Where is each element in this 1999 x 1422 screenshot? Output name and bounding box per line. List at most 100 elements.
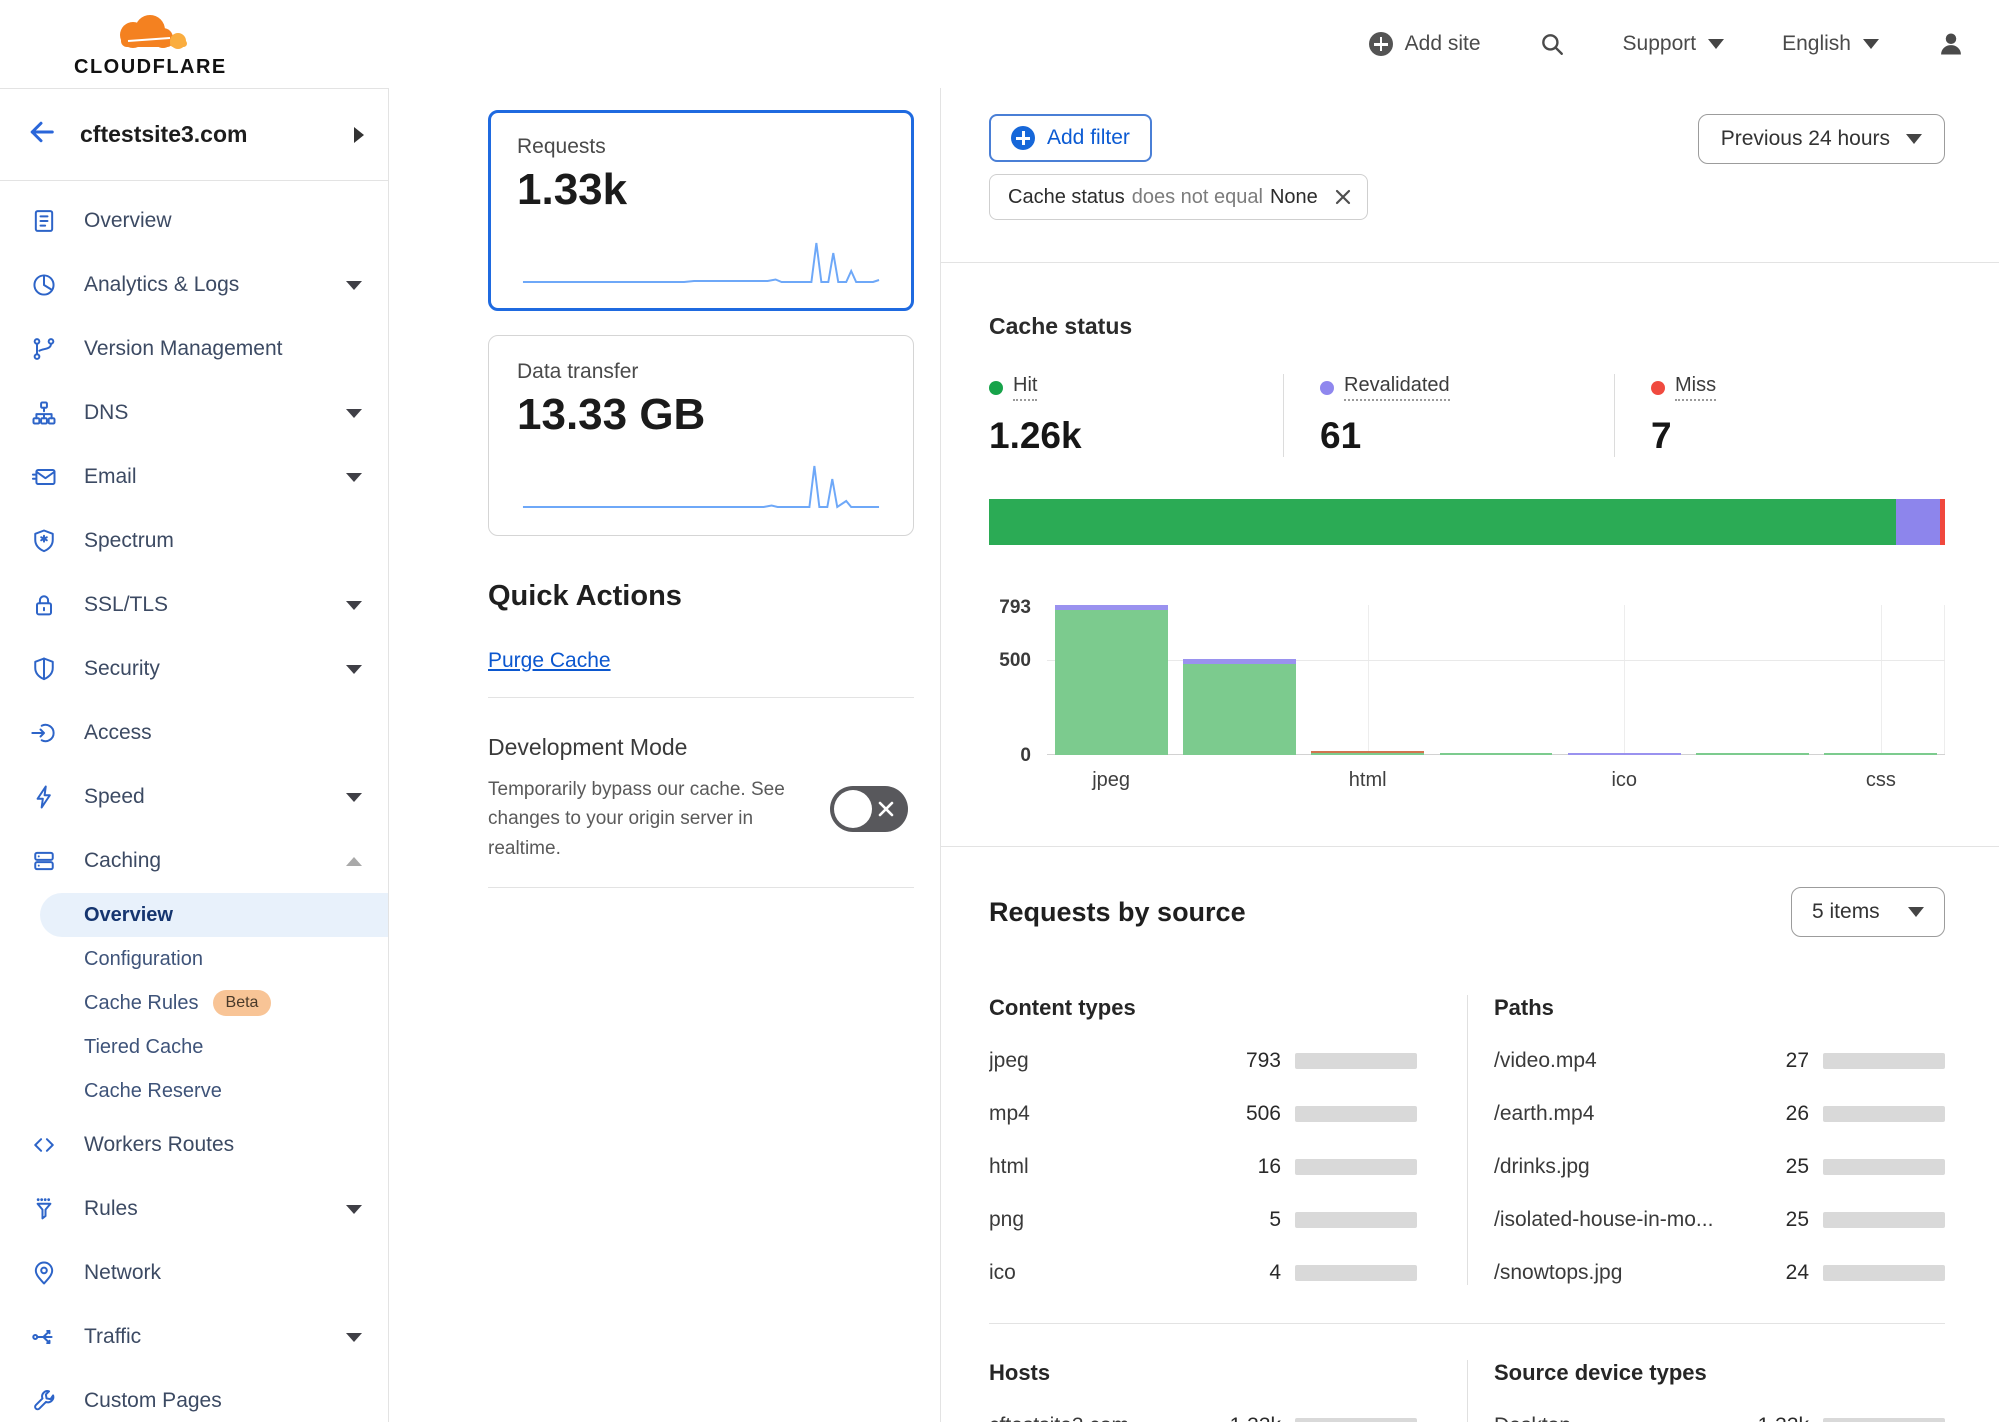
table-row[interactable]: /video.mp4 27 <box>1494 1049 1945 1073</box>
progress-bar <box>1823 1265 1945 1281</box>
cache-status-bar-chart: 793 500 0 <box>989 605 1945 755</box>
sidebar-item-speed[interactable]: Speed <box>0 765 388 829</box>
hosts-column: Hosts cftestsite3.com 1.33k <box>989 1360 1467 1422</box>
sidebar-subitem-cache-reserve[interactable]: Cache Reserve <box>0 1069 388 1113</box>
subitem-label: Cache Reserve <box>84 1080 222 1103</box>
location-pin-icon <box>30 1259 58 1287</box>
y-axis-labels: 793 500 0 <box>989 605 1033 755</box>
code-brackets-icon <box>30 1131 58 1159</box>
sidebar-item-network[interactable]: Network <box>0 1241 388 1305</box>
progress-bar <box>1295 1265 1417 1281</box>
metrics-column: Requests 1.33k Data transfer 13.33 GB Qu… <box>389 88 940 1422</box>
subitem-label: Overview <box>84 904 173 927</box>
progress-bar <box>1295 1106 1417 1122</box>
table-row[interactable]: png 5 <box>989 1208 1417 1232</box>
sidebar-item-access[interactable]: Access <box>0 701 388 765</box>
sidebar-item-workers-routes[interactable]: Workers Routes <box>0 1113 388 1177</box>
sidebar: cftestsite3.com Overview Analytics & Log… <box>0 88 389 1422</box>
table-row[interactable]: ico 4 <box>989 1261 1417 1285</box>
back-button[interactable] <box>26 117 56 152</box>
sidebar-item-spectrum[interactable]: Spectrum <box>0 509 388 573</box>
data-transfer-sparkline <box>517 456 885 514</box>
bar-other <box>1688 605 1816 755</box>
table-row[interactable]: jpeg 793 <box>989 1049 1417 1073</box>
table-row[interactable]: cftestsite3.com 1.33k <box>989 1414 1417 1422</box>
sidebar-item-rules[interactable]: Rules <box>0 1177 388 1241</box>
development-mode-toggle[interactable] <box>830 786 908 832</box>
support-menu[interactable]: Support <box>1623 32 1725 56</box>
sidebar-item-email[interactable]: Email <box>0 445 388 509</box>
requests-by-source-title: Requests by source <box>989 897 1246 928</box>
chart-plot-area <box>1047 605 1945 755</box>
search-icon <box>1539 31 1565 57</box>
add-filter-button[interactable]: Add filter <box>989 114 1152 162</box>
sidebar-item-security[interactable]: Security <box>0 637 388 701</box>
y-tick: 0 <box>1020 745 1031 767</box>
table-row[interactable]: /earth.mp4 26 <box>1494 1102 1945 1126</box>
chevron-up-icon <box>346 857 362 866</box>
shield-icon <box>30 655 58 683</box>
divider <box>989 1323 1945 1324</box>
hit-label[interactable]: Hit <box>1013 374 1037 401</box>
data-transfer-metric-card[interactable]: Data transfer 13.33 GB <box>488 335 914 536</box>
purge-cache-link[interactable]: Purge Cache <box>488 649 611 673</box>
subitem-label: Cache Rules <box>84 992 199 1015</box>
revalidated-label[interactable]: Revalidated <box>1344 374 1450 401</box>
sidebar-item-label: Email <box>84 465 346 489</box>
table-row[interactable]: Desktop 1.33k <box>1494 1414 1945 1422</box>
search-button[interactable] <box>1539 31 1565 57</box>
sidebar-item-overview[interactable]: Overview <box>0 189 388 253</box>
sidebar-subitem-tiered-cache[interactable]: Tiered Cache <box>0 1025 388 1069</box>
divider <box>488 697 914 698</box>
miss-label[interactable]: Miss <box>1675 374 1716 401</box>
table-row[interactable]: /drinks.jpg 25 <box>1494 1155 1945 1179</box>
sidebar-item-analytics-logs[interactable]: Analytics & Logs <box>0 253 388 317</box>
x-axis-labels: jpeghtmlicocss <box>1047 769 1945 792</box>
filter-chip-cache-status[interactable]: Cache status does not equal None <box>989 174 1368 220</box>
sitemap-icon <box>30 399 58 427</box>
sidebar-item-caching[interactable]: Caching <box>0 829 388 893</box>
items-count-dropdown[interactable]: 5 items <box>1791 887 1945 937</box>
sidebar-item-ssl-tls[interactable]: SSL/TLS <box>0 573 388 637</box>
top-nav: Add site Support English <box>1369 30 1965 58</box>
cache-status-section: Cache status Hit 1.26k Revalidated 61 <box>941 263 1999 792</box>
sidebar-subitem-cache-rules[interactable]: Cache Rules Beta <box>0 981 388 1025</box>
remove-filter-button[interactable] <box>1333 187 1353 207</box>
cloudflare-wordmark: CLOUDFLARE <box>74 57 227 77</box>
data-transfer-label: Data transfer <box>517 360 885 384</box>
caret-right-icon[interactable] <box>354 127 364 143</box>
bar-series <box>1047 605 1945 755</box>
sidebar-item-label: Workers Routes <box>84 1133 362 1157</box>
sidebar-item-version-management[interactable]: Version Management <box>0 317 388 381</box>
pie-chart-icon <box>30 271 58 299</box>
sidebar-site-header: cftestsite3.com <box>0 89 388 181</box>
top-bar: CLOUDFLARE Add site Support English <box>0 0 1999 88</box>
sidebar-subitem-configuration[interactable]: Configuration <box>0 937 388 981</box>
stacked-segment-miss <box>1940 499 1945 545</box>
cache-status-stats: Hit 1.26k Revalidated 61 Miss <box>989 374 1945 457</box>
cache-status-stacked-bar <box>989 499 1945 545</box>
chevron-down-icon <box>1908 907 1924 917</box>
table-row[interactable]: html 16 <box>989 1155 1417 1179</box>
stacked-segment-revalidated <box>1896 499 1940 545</box>
sidebar-item-dns[interactable]: DNS <box>0 381 388 445</box>
sidebar-subitem-caching-overview[interactable]: Overview <box>40 893 388 937</box>
add-site-button[interactable]: Add site <box>1369 32 1481 56</box>
subitem-label: Tiered Cache <box>84 1036 203 1059</box>
sidebar-item-custom-pages[interactable]: Custom Pages <box>0 1369 388 1422</box>
cloudflare-logo[interactable]: CLOUDFLARE <box>74 11 227 77</box>
chevron-down-icon <box>346 409 362 418</box>
time-range-dropdown[interactable]: Previous 24 hours <box>1698 114 1945 164</box>
toggle-off-x-icon <box>876 799 896 819</box>
table-row[interactable]: /snowtops.jpg 24 <box>1494 1261 1945 1285</box>
table-row[interactable]: /isolated-house-in-mo... 25 <box>1494 1208 1945 1232</box>
filter-bar: Add filter Cache status does not equal N… <box>941 88 1999 220</box>
requests-metric-card[interactable]: Requests 1.33k <box>488 110 914 311</box>
requests-sparkline <box>517 231 885 289</box>
sidebar-item-label: Traffic <box>84 1325 346 1349</box>
language-menu[interactable]: English <box>1782 32 1879 56</box>
progress-bar <box>1823 1159 1945 1175</box>
account-button[interactable] <box>1937 30 1965 58</box>
sidebar-item-traffic[interactable]: Traffic <box>0 1305 388 1369</box>
table-row[interactable]: mp4 506 <box>989 1102 1417 1126</box>
